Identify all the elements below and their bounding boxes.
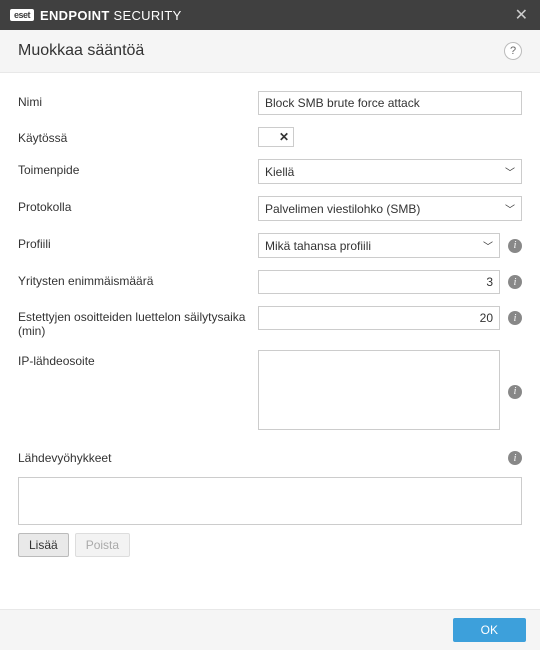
ok-button[interactable]: OK xyxy=(453,618,526,642)
close-icon[interactable]: ✕ xyxy=(511,5,532,25)
dialog-title: Muokkaa sääntöä xyxy=(18,42,504,60)
chevron-down-icon: ﹀ xyxy=(505,201,515,216)
info-icon[interactable]: i xyxy=(508,239,522,253)
info-icon[interactable]: i xyxy=(508,275,522,289)
max-attempts-input[interactable] xyxy=(258,270,500,294)
help-button[interactable]: ? xyxy=(504,42,522,60)
ip-source-label: IP-lähdeosoite xyxy=(18,350,258,368)
chevron-down-icon: ﹀ xyxy=(483,238,493,253)
protocol-label: Protokolla xyxy=(18,196,258,214)
action-select[interactable]: Kiellä ﹀ xyxy=(258,159,522,184)
zones-listbox[interactable] xyxy=(18,477,522,525)
dialog-header: Muokkaa sääntöä ? xyxy=(0,30,540,73)
brand-text-bold: ENDPOINT xyxy=(40,8,110,23)
enabled-label: Käytössä xyxy=(18,127,258,145)
info-icon[interactable]: i xyxy=(508,385,522,399)
profile-select[interactable]: Mikä tahansa profiili ﹀ xyxy=(258,233,500,258)
ip-source-input[interactable] xyxy=(258,350,500,430)
profile-value: Mikä tahansa profiili xyxy=(265,239,483,253)
dialog-content: Nimi Käytössä ✕ Toimenpide Kiellä ﹀ Prot xyxy=(0,73,540,575)
brand-text: ENDPOINT SECURITY xyxy=(40,8,182,23)
brand-text-light: SECURITY xyxy=(110,8,182,23)
retain-label: Estettyjen osoitteiden luettelon säilyty… xyxy=(18,306,258,338)
add-button[interactable]: Lisää xyxy=(18,533,69,557)
name-input[interactable] xyxy=(258,91,522,115)
action-value: Kiellä xyxy=(265,165,505,179)
dialog-footer: OK xyxy=(0,609,540,650)
chevron-down-icon: ﹀ xyxy=(505,164,515,179)
protocol-select[interactable]: Palvelimen viestilohko (SMB) ﹀ xyxy=(258,196,522,221)
action-label: Toimenpide xyxy=(18,159,258,177)
titlebar: eset ENDPOINT SECURITY ✕ xyxy=(0,0,540,30)
toggle-off-icon: ✕ xyxy=(279,130,289,144)
brand-logo: eset xyxy=(10,9,34,21)
name-label: Nimi xyxy=(18,91,258,109)
protocol-value: Palvelimen viestilohko (SMB) xyxy=(265,202,505,216)
info-icon[interactable]: i xyxy=(508,311,522,325)
enabled-toggle[interactable]: ✕ xyxy=(258,127,294,147)
info-icon[interactable]: i xyxy=(508,451,522,465)
zones-label: Lähdevyöhykkeet xyxy=(18,451,500,465)
remove-button: Poista xyxy=(75,533,130,557)
profile-label: Profiili xyxy=(18,233,258,251)
max-attempts-label: Yritysten enimmäismäärä xyxy=(18,270,258,288)
retain-input[interactable] xyxy=(258,306,500,330)
